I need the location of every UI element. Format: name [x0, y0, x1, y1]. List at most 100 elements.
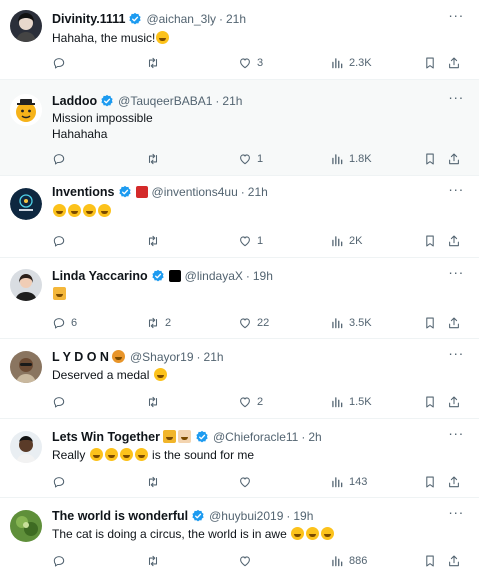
bookmark-button[interactable]: [423, 56, 437, 70]
like-button[interactable]: [238, 475, 257, 489]
reply-button[interactable]: [52, 395, 71, 409]
views-button[interactable]: 1.8K: [330, 152, 372, 166]
display-name[interactable]: Lets Win Together: [52, 430, 160, 444]
retweet-button[interactable]: [146, 395, 165, 409]
views-button[interactable]: 2K: [330, 234, 362, 248]
share-button[interactable]: [447, 152, 461, 166]
views-button[interactable]: 1.5K: [330, 395, 372, 409]
avatar[interactable]: [10, 431, 42, 463]
more-icon[interactable]: ···: [447, 90, 465, 106]
like-button[interactable]: [238, 554, 257, 568]
views-count: 2K: [349, 235, 363, 247]
like-button[interactable]: 2: [238, 395, 263, 409]
reply-button[interactable]: [52, 554, 71, 568]
handle[interactable]: @Chieforacle11: [213, 430, 298, 444]
reply-button[interactable]: 6: [52, 316, 77, 330]
display-name[interactable]: Divinity.1111: [52, 12, 125, 26]
retweet-button[interactable]: [146, 234, 165, 248]
reply-button[interactable]: [52, 56, 71, 70]
bookmark-button[interactable]: [423, 475, 437, 489]
display-name[interactable]: Laddoo: [52, 94, 97, 108]
timestamp[interactable]: 21h: [248, 185, 268, 199]
display-name[interactable]: The world is wonderful: [52, 509, 188, 523]
share-button[interactable]: [447, 316, 461, 330]
retweet-button[interactable]: 2: [146, 316, 171, 330]
timestamp[interactable]: 21h: [222, 94, 242, 108]
share-button[interactable]: [447, 554, 461, 568]
retweet-button[interactable]: [146, 475, 165, 489]
retweet-button[interactable]: [146, 56, 165, 70]
display-name[interactable]: L Y D O N: [52, 350, 109, 364]
handle[interactable]: @TauqeerBABA1: [118, 94, 212, 108]
verified-badge-icon: [195, 430, 209, 444]
timestamp[interactable]: 21h: [226, 12, 246, 26]
reply-button[interactable]: [52, 234, 71, 248]
handle[interactable]: @huybui2019: [209, 509, 283, 523]
bookmark-button[interactable]: [423, 152, 437, 166]
more-icon[interactable]: ···: [447, 8, 465, 24]
avatar[interactable]: [10, 351, 42, 383]
display-name[interactable]: Inventions: [52, 185, 115, 199]
reply-button[interactable]: [52, 475, 71, 489]
tweet[interactable]: Lets Win Together @Chieforacle11 · 2h ··…: [0, 419, 479, 498]
tweet-actions: 143: [0, 473, 479, 491]
timestamp[interactable]: 21h: [204, 350, 224, 364]
bookmark-icon: [423, 234, 437, 248]
views-icon: [330, 554, 344, 568]
more-icon[interactable]: ···: [447, 182, 465, 198]
share-button[interactable]: [447, 475, 461, 489]
tweet[interactable]: Linda Yaccarino @lindayaX · 19h ··· 6 2 …: [0, 258, 479, 339]
views-button[interactable]: 143: [330, 475, 367, 489]
handle[interactable]: @Shayor19: [130, 350, 194, 364]
tweet-text-content: Hahaha, the music!: [52, 31, 156, 45]
bookmark-button[interactable]: [423, 234, 437, 248]
bookmark-button[interactable]: [423, 395, 437, 409]
share-button[interactable]: [447, 234, 461, 248]
tweet[interactable]: Laddoo @TauqeerBABA1 · 21h ··· Mission i…: [0, 80, 479, 176]
share-icon: [447, 234, 461, 248]
tweet[interactable]: L Y D O N @Shayor19 · 21h ··· Deserved a…: [0, 339, 479, 419]
share-button[interactable]: [447, 395, 461, 409]
tweet-text: [52, 203, 467, 219]
share-button[interactable]: [447, 56, 461, 70]
reply-icon: [52, 475, 66, 489]
rofl-emoji-icon: [321, 527, 335, 540]
more-icon[interactable]: ···: [447, 346, 465, 362]
views-button[interactable]: 886: [330, 554, 367, 568]
bookmark-button[interactable]: [423, 554, 437, 568]
handle[interactable]: @lindayaX: [185, 269, 243, 283]
display-name[interactable]: Linda Yaccarino: [52, 269, 148, 283]
retweet-button[interactable]: [146, 152, 165, 166]
bookmark-button[interactable]: [423, 316, 437, 330]
tweet[interactable]: The world is wonderful @huybui2019 · 19h…: [0, 498, 479, 579]
like-button[interactable]: 3: [238, 56, 263, 70]
tweet-feed: Divinity.1111 @aichan_3ly · 21h ··· Haha…: [0, 0, 479, 579]
avatar[interactable]: [10, 10, 42, 42]
more-icon[interactable]: ···: [447, 505, 465, 521]
reply-button[interactable]: [52, 152, 71, 166]
avatar[interactable]: [10, 269, 42, 301]
tweet[interactable]: Divinity.1111 @aichan_3ly · 21h ··· Haha…: [0, 0, 479, 80]
like-count: 3: [257, 57, 264, 69]
more-icon[interactable]: ···: [447, 426, 465, 442]
like-button[interactable]: 22: [238, 316, 269, 330]
timestamp[interactable]: 19h: [293, 509, 313, 523]
bookmark-icon: [423, 316, 437, 330]
like-button[interactable]: 1: [238, 152, 263, 166]
tweet-header: Divinity.1111 @aichan_3ly · 21h: [52, 0, 467, 28]
retweet-button[interactable]: [146, 554, 165, 568]
handle[interactable]: @aichan_3ly: [146, 12, 216, 26]
views-button[interactable]: 2.3K: [330, 56, 372, 70]
timestamp[interactable]: 19h: [253, 269, 273, 283]
views-icon: [330, 316, 344, 330]
timestamp[interactable]: 2h: [308, 430, 321, 444]
avatar[interactable]: [10, 94, 42, 126]
handle[interactable]: @inventions4uu: [152, 185, 238, 199]
avatar[interactable]: [10, 188, 42, 220]
reply-icon: [52, 152, 66, 166]
tweet[interactable]: Inventions @inventions4uu · 21h ··· 1 2K: [0, 176, 479, 258]
views-button[interactable]: 3.5K: [330, 316, 372, 330]
more-icon[interactable]: ···: [447, 265, 465, 281]
like-button[interactable]: 1: [238, 234, 263, 248]
avatar[interactable]: [10, 510, 42, 542]
